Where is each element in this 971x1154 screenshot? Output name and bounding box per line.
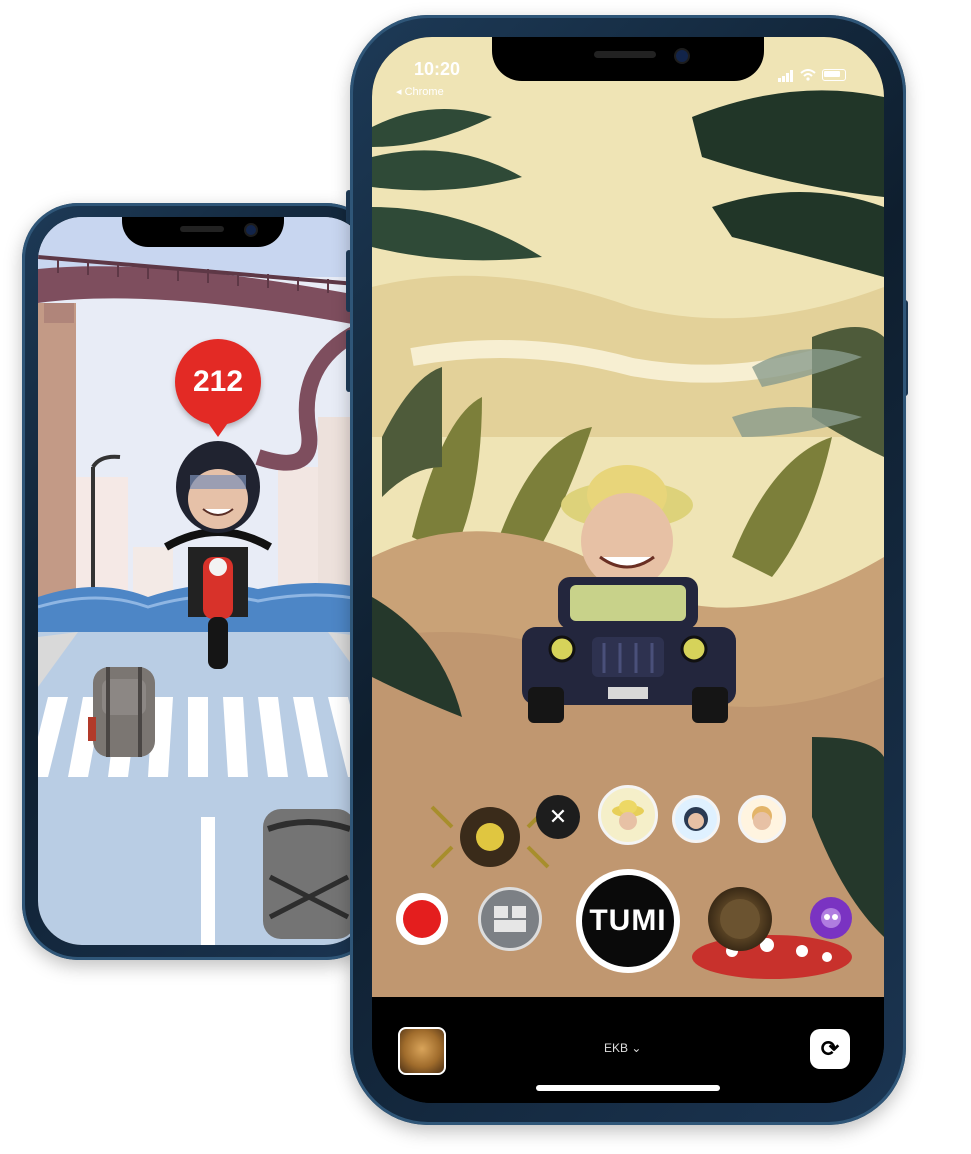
record-dot-icon: [403, 900, 441, 938]
effect-safari-hat-button[interactable]: [598, 785, 658, 845]
back-phone-speaker: [180, 226, 224, 232]
front-phone-screen: 10:20 ◂ Chrome ✕ TUMI EKB ⌄ ⟳: [372, 37, 884, 1103]
camera-mode-selector[interactable]: EKB ⌄: [604, 1041, 641, 1055]
effect-face-button[interactable]: [738, 795, 786, 843]
front-phone-speaker: [594, 51, 656, 58]
signal-icon: [778, 67, 794, 82]
back-phone-screen: 212: [38, 217, 368, 945]
gallery-thumbnail-button[interactable]: [398, 1027, 446, 1075]
flip-camera-button[interactable]: ⟳: [810, 1029, 850, 1069]
status-time: 10:20: [414, 59, 461, 79]
front-phone-camera: [674, 48, 690, 64]
battery-icon: [822, 68, 846, 81]
safari-hat-icon: [612, 800, 644, 830]
wifi-icon: [800, 68, 816, 81]
front-phone-notch: [492, 37, 764, 81]
back-phone: 212: [22, 203, 382, 960]
back-to-app-link[interactable]: ◂ Chrome: [396, 85, 444, 98]
motorbike-game-scene: [38, 217, 368, 945]
jungle-thumbnail-icon: [720, 899, 760, 939]
home-indicator[interactable]: [536, 1085, 720, 1091]
back-phone-camera: [244, 223, 258, 237]
backpack-right: [263, 809, 355, 939]
front-phone: 10:20 ◂ Chrome ✕ TUMI EKB ⌄ ⟳: [350, 15, 906, 1125]
effect-helmet-button[interactable]: [672, 795, 720, 843]
close-effects-button[interactable]: ✕: [536, 795, 580, 839]
effect-jungle-button[interactable]: [708, 887, 772, 951]
effect-alien-button[interactable]: [810, 897, 852, 939]
score-bubble: 212: [175, 339, 261, 425]
capture-shutter-button[interactable]: TUMI: [576, 869, 680, 973]
helmet-face-icon: [684, 807, 708, 831]
record-button[interactable]: [396, 893, 448, 945]
status-icons: [778, 67, 846, 82]
smiling-face-icon: [752, 806, 772, 830]
grid-tiles-icon: [494, 906, 526, 932]
backpack-left: [88, 667, 155, 757]
mushroom-sticker: [692, 935, 852, 979]
effect-tile-button[interactable]: [478, 887, 542, 951]
alien-icon: [821, 908, 841, 928]
score-bubble-tail: [204, 417, 232, 437]
back-phone-notch: [122, 217, 284, 247]
